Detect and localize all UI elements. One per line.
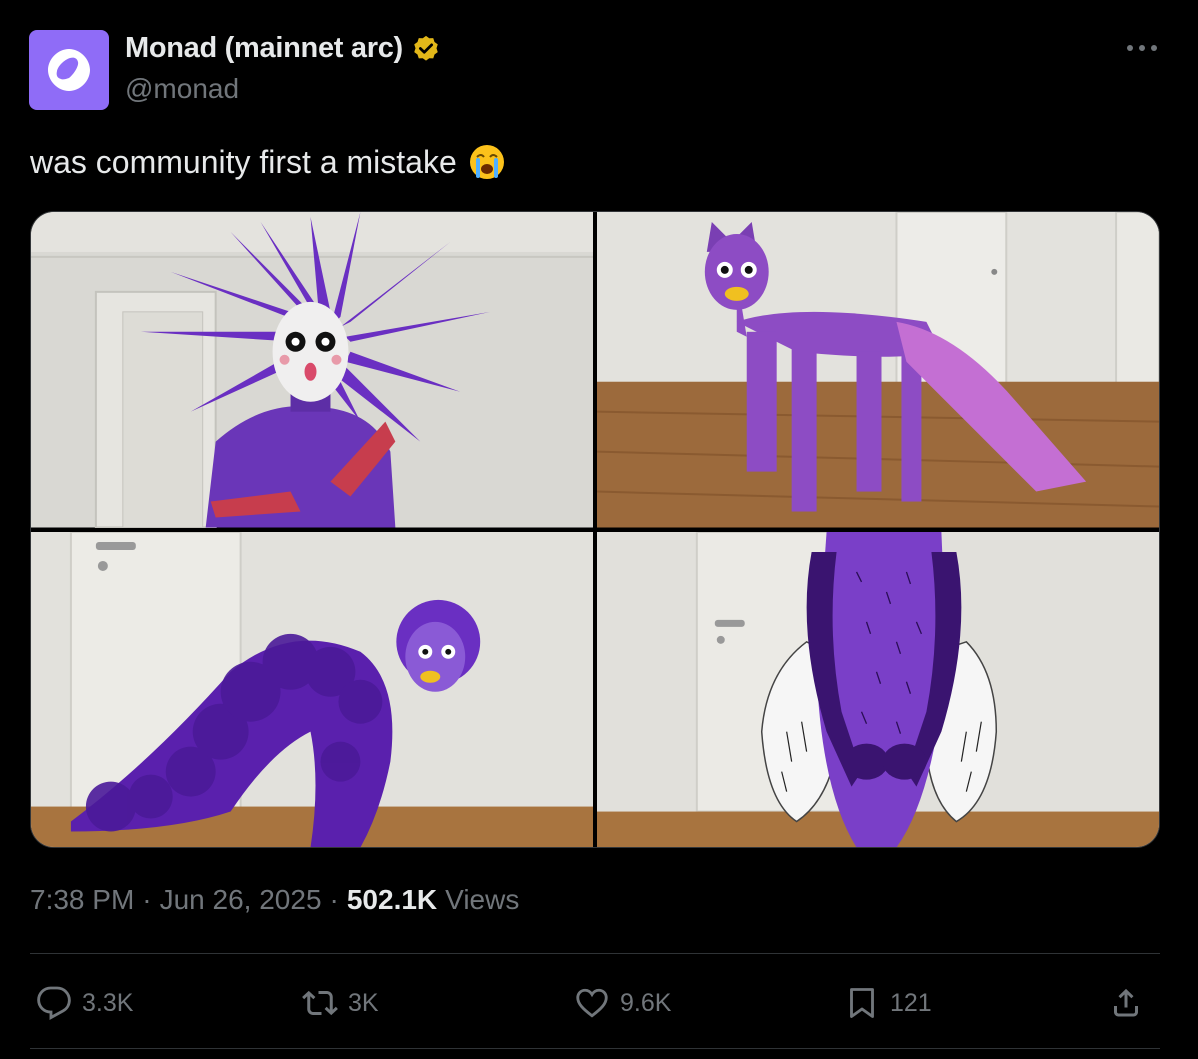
meta-separator-2: · bbox=[329, 884, 339, 915]
views-label: Views bbox=[445, 884, 520, 915]
reply-count: 3.3K bbox=[82, 988, 134, 1017]
avatar[interactable] bbox=[29, 30, 109, 110]
repost-count: 3K bbox=[348, 988, 379, 1017]
action-bar: 3.3K 3K 9.6K 121 bbox=[30, 975, 1160, 1031]
heart-icon bbox=[576, 988, 608, 1018]
media-grid bbox=[30, 211, 1160, 848]
media-photo-2[interactable] bbox=[597, 212, 1159, 528]
tweet-text: was community first a mistake bbox=[30, 142, 507, 182]
more-options-icon[interactable] bbox=[1122, 36, 1162, 60]
like-count: 9.6K bbox=[620, 988, 672, 1017]
like-button[interactable]: 9.6K bbox=[574, 975, 671, 1031]
bookmark-icon bbox=[850, 988, 874, 1018]
tweet-date[interactable]: Jun 26, 2025 bbox=[160, 884, 322, 916]
bookmark-button[interactable]: 121 bbox=[844, 975, 932, 1031]
media-photo-3[interactable] bbox=[31, 531, 593, 847]
share-icon bbox=[1114, 988, 1138, 1017]
monad-logo-icon bbox=[48, 49, 90, 91]
tweet-meta: 7:38 PM · Jun 26, 2025 · 502.1K Views bbox=[30, 884, 519, 916]
feather-boa-costume-image bbox=[31, 531, 593, 847]
loudly-crying-face-icon bbox=[469, 145, 504, 179]
bottom-divider bbox=[30, 1048, 1160, 1049]
reply-icon bbox=[37, 986, 71, 1020]
meta-separator: · bbox=[142, 884, 152, 915]
views-count: 502.1K bbox=[346, 884, 438, 915]
share-button[interactable] bbox=[1108, 975, 1144, 1031]
verified-badge-icon[interactable] bbox=[411, 34, 441, 64]
media-photo-4[interactable] bbox=[597, 531, 1159, 847]
spiky-headdress-costume-image bbox=[31, 212, 593, 528]
tweet-time[interactable]: 7:38 PM bbox=[30, 884, 134, 916]
bookmark-count: 121 bbox=[890, 988, 932, 1017]
author-handle[interactable]: @monad bbox=[125, 73, 239, 105]
display-name[interactable]: Monad (mainnet arc) bbox=[125, 32, 403, 65]
repost-button[interactable]: 3K bbox=[302, 975, 379, 1031]
tweet-text-content: was community first a mistake bbox=[30, 143, 457, 180]
cat-mermaid-costume-image bbox=[597, 212, 1159, 528]
repost-icon bbox=[302, 990, 338, 1016]
reply-button[interactable]: 3.3K bbox=[36, 975, 133, 1031]
media-photo-1[interactable] bbox=[31, 212, 593, 528]
author-name-row[interactable]: Monad (mainnet arc) bbox=[125, 32, 441, 65]
hairy-fly-costume-image bbox=[597, 531, 1159, 847]
divider bbox=[30, 953, 1160, 954]
